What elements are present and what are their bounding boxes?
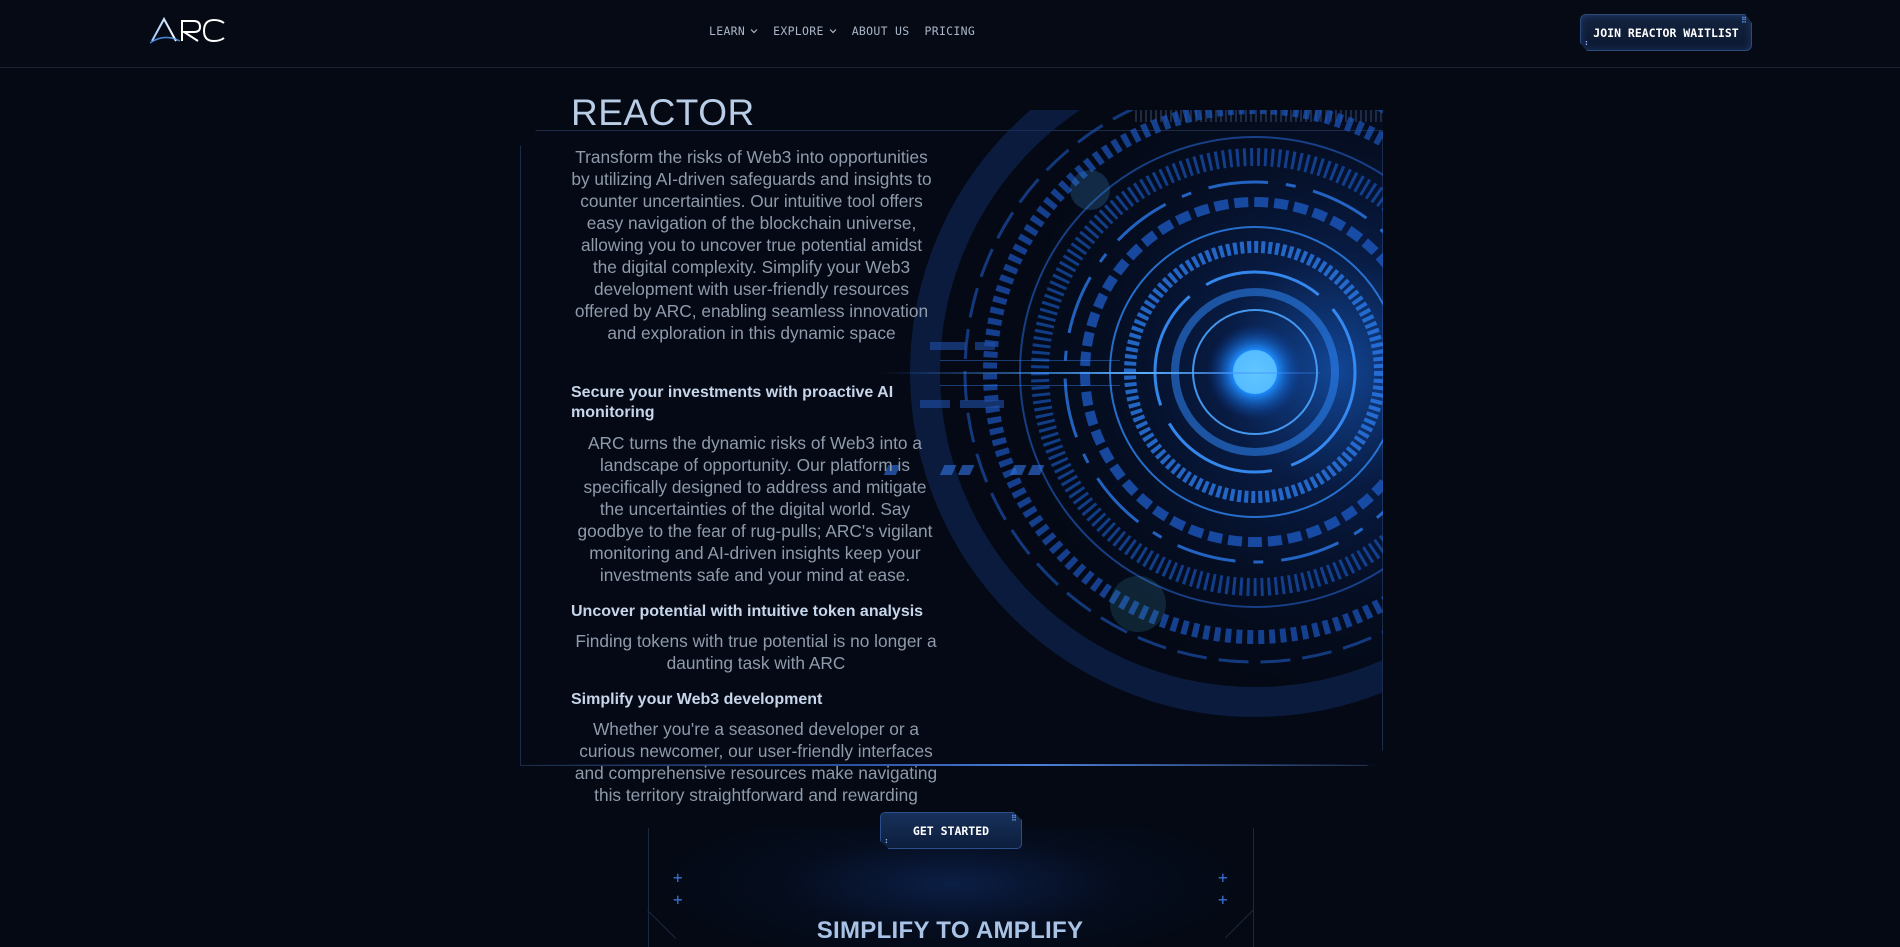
nav-learn-label: LEARN: [709, 24, 746, 38]
plus-icon: +: [673, 890, 683, 909]
corner-dots-icon: :: [884, 836, 889, 845]
nav-explore[interactable]: EXPLORE: [773, 24, 837, 38]
nav-about-us-label: ABOUT US: [851, 24, 910, 38]
page-title: REACTOR: [571, 92, 755, 133]
hero-intro-text: Transform the risks of Web3 into opportu…: [571, 147, 932, 343]
corner-dots-icon: ⠿: [1011, 814, 1017, 823]
nav-about-us[interactable]: ABOUT US: [852, 24, 910, 38]
primary-nav: LEARN EXPLORE ABOUT US PRICING: [709, 24, 990, 38]
get-started-button[interactable]: GET STARTED ⠿ :: [880, 812, 1022, 849]
section-heading-token-analysis: Uncover potential with intuitive token a…: [571, 603, 924, 620]
section-heading-web3-development: Simplify your Web3 development: [571, 691, 823, 708]
section-body-token-analysis: Finding tokens with true potential is no…: [575, 631, 937, 673]
chevron-down-icon: [750, 29, 758, 34]
section-body-ai-monitoring: ARC turns the dynamic risks of Web3 into…: [577, 433, 933, 585]
top-navbar: LEARN EXPLORE ABOUT US PRICING JOIN REAC…: [0, 0, 1900, 68]
nav-pricing[interactable]: PRICING: [925, 24, 976, 38]
section-heading-ai-monitoring: Secure your investments with proactive A…: [571, 384, 894, 421]
corner-dots-icon: :: [1584, 38, 1589, 47]
nav-learn[interactable]: LEARN: [709, 24, 758, 38]
plus-icon: +: [673, 868, 683, 887]
simplify-section-title: SIMPLIFY TO AMPLIFY: [816, 917, 1084, 944]
get-started-label: GET STARTED: [912, 823, 990, 838]
reactor-eye-illustration: [880, 110, 1383, 766]
join-waitlist-label: JOIN REACTOR WAITLIST: [1593, 25, 1739, 40]
plus-icon: +: [1218, 890, 1228, 909]
nav-explore-label: EXPLORE: [773, 24, 824, 38]
join-waitlist-button[interactable]: JOIN REACTOR WAITLIST ⠿ :: [1580, 14, 1752, 51]
nav-pricing-label: PRICING: [924, 24, 976, 38]
plus-icon: +: [1218, 868, 1228, 887]
corner-dots-icon: ⠿: [1741, 16, 1747, 25]
section-body-web3-development: Whether you're a seasoned developer or a…: [574, 719, 938, 805]
chevron-down-icon: [829, 29, 837, 34]
arc-logo[interactable]: [149, 15, 226, 45]
